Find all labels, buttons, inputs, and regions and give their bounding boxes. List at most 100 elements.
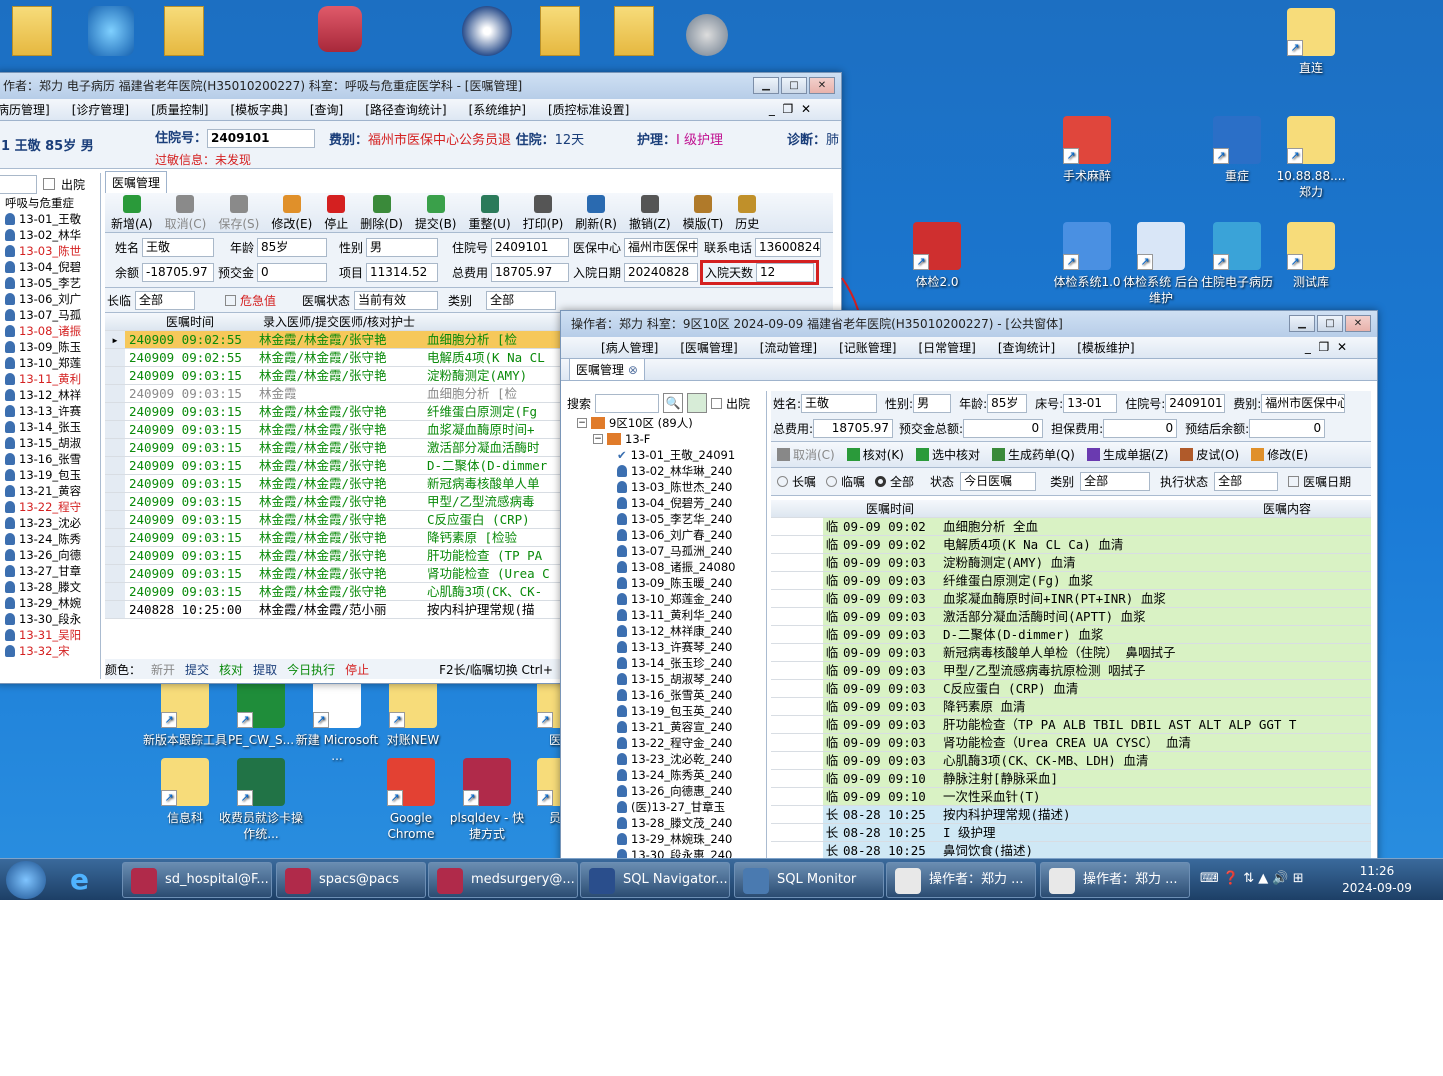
discharged-checkbox[interactable] bbox=[711, 397, 723, 409]
taskbar-item[interactable]: 操作者：郑力 ... bbox=[1040, 862, 1190, 898]
desktop-shortcut[interactable]: 直连 bbox=[1268, 8, 1354, 76]
desktop-shortcut[interactable]: 对账NEW bbox=[370, 680, 456, 748]
bed-node[interactable]: 13-26_向德惠_240 bbox=[617, 783, 766, 799]
toolbar-button[interactable]: 修改(E) bbox=[271, 195, 312, 232]
bed-node[interactable]: 13-16_张雪英_240 bbox=[617, 687, 766, 703]
patient-list-item[interactable]: 13-10_郑莲 bbox=[5, 355, 100, 371]
toolbar-button[interactable]: 生成药单(Q) bbox=[992, 446, 1075, 463]
toolbar-button[interactable]: 停止 bbox=[324, 195, 348, 232]
patient-list-item[interactable]: 13-09_陈玉 bbox=[5, 339, 100, 355]
floor-node[interactable]: 13-F bbox=[625, 431, 650, 447]
minimize-button[interactable]: ▁ bbox=[753, 77, 779, 94]
taskbar-item[interactable]: sd_hospital@F... bbox=[122, 862, 272, 898]
patient-list-item[interactable]: 13-28_滕文 bbox=[5, 579, 100, 595]
category-select[interactable]: 全部 bbox=[1080, 472, 1151, 491]
patient-list-item[interactable]: 13-21_黄容 bbox=[5, 483, 100, 499]
toolbar-button[interactable]: 皮试(O) bbox=[1180, 446, 1239, 463]
folder-icon[interactable] bbox=[164, 6, 204, 56]
patient-list-item[interactable]: 13-02_林华 bbox=[5, 227, 100, 243]
toolbar-button[interactable]: 取消(C) bbox=[165, 195, 206, 232]
tray-icons[interactable]: ⌨ ❓ ⇅ ▲ 🔊 ⊞ bbox=[1200, 871, 1304, 886]
menu-item[interactable]: [医嘱管理] bbox=[680, 339, 737, 356]
desktop-shortcut[interactable]: Google Chrome bbox=[368, 758, 454, 842]
maximize-button[interactable]: □ bbox=[781, 77, 807, 94]
toolbar-button[interactable]: 核对(K) bbox=[846, 446, 904, 463]
desktop-shortcut[interactable]: 10.88.88.... 郑力 bbox=[1268, 116, 1354, 200]
toolbar-button[interactable]: 选中核对 bbox=[915, 446, 980, 463]
clock[interactable]: 11:26 2024-09-09 bbox=[1340, 863, 1414, 897]
compass-icon[interactable] bbox=[462, 6, 512, 56]
close-button[interactable]: ✕ bbox=[1345, 315, 1371, 332]
patient-list-item[interactable]: 13-03_陈世 bbox=[5, 243, 100, 259]
toolbar-button[interactable]: 新增(A) bbox=[111, 195, 153, 232]
menu-item[interactable]: [模板字典] bbox=[230, 101, 287, 118]
menu-item[interactable]: [查询统计] bbox=[998, 339, 1055, 356]
menu-item[interactable]: [系统维护] bbox=[469, 101, 526, 118]
ward-node[interactable]: 9区10区 (89人) bbox=[609, 415, 693, 431]
bed-node[interactable]: (医)13-27_甘章玉 bbox=[617, 799, 766, 815]
patient-list-item[interactable]: 13-22_程守 bbox=[5, 499, 100, 515]
taskbar-item[interactable]: spacs@pacs bbox=[276, 862, 426, 898]
search-icon[interactable]: 🔍 bbox=[663, 393, 684, 413]
patient-list-item[interactable]: 13-24_陈秀 bbox=[5, 531, 100, 547]
order-row[interactable]: 临 09-09 09:10 静脉注射[静脉采血] bbox=[771, 770, 1371, 788]
order-row[interactable]: 临 09-09 09:03 纤维蛋白原测定(Fg) 血浆 bbox=[771, 572, 1371, 590]
bed-node[interactable]: 13-22_程守金_240 bbox=[617, 735, 766, 751]
patient-list-item[interactable]: 13-27_甘章 bbox=[5, 563, 100, 579]
patient-list-item[interactable]: 13-31_吴阳 bbox=[5, 627, 100, 643]
order-row[interactable]: 临 09-09 09:03 降钙素原 血清 bbox=[771, 698, 1371, 716]
patient-list-item[interactable]: 13-08_诸振 bbox=[5, 323, 100, 339]
long-term-radio[interactable] bbox=[777, 476, 788, 487]
desktop-shortcut[interactable]: 新建 Microsoft ... bbox=[294, 680, 380, 764]
bed-node[interactable]: 13-24_陈秀英_240 bbox=[617, 767, 766, 783]
menu-item[interactable]: 病历管理] bbox=[0, 101, 50, 118]
bed-node[interactable]: 13-15_胡淑琴_240 bbox=[617, 671, 766, 687]
patient-list-item[interactable]: 13-19_包玉 bbox=[5, 467, 100, 483]
temporary-radio[interactable] bbox=[826, 476, 838, 487]
all-radio[interactable] bbox=[875, 476, 887, 487]
bed-node[interactable]: 13-14_张玉珍_240 bbox=[617, 655, 766, 671]
taskbar-item[interactable]: 操作者：郑力 ... bbox=[886, 862, 1036, 898]
dept-select[interactable] bbox=[0, 174, 37, 194]
tab-order-management[interactable]: 医嘱管理 ⊗ bbox=[569, 358, 645, 380]
folder-icon[interactable] bbox=[614, 6, 654, 56]
order-row[interactable]: 临 09-09 09:03 C反应蛋白 (CRP) 血清 bbox=[771, 680, 1371, 698]
patient-list-item[interactable]: 13-30_段永 bbox=[5, 611, 100, 627]
patient-list-item[interactable]: 13-05_李艺 bbox=[5, 275, 100, 291]
bed-node[interactable]: 13-13_许赛琴_240 bbox=[617, 639, 766, 655]
order-row[interactable]: 临 09-09 09:03 肝功能检查（TP PA ALB TBIL DBIL AS… bbox=[771, 716, 1371, 734]
category-select[interactable]: 全部 bbox=[486, 290, 557, 310]
desktop-shortcut[interactable]: PE_CW_S... bbox=[218, 680, 304, 748]
menu-item[interactable]: [模板维护] bbox=[1077, 339, 1134, 356]
desktop-shortcut[interactable]: 测试库 bbox=[1268, 222, 1354, 290]
bed-node[interactable]: 13-03_陈世杰_240 bbox=[617, 479, 766, 495]
ie-icon[interactable]: e bbox=[70, 865, 104, 895]
bed-node[interactable]: 13-02_林华琳_240 bbox=[617, 463, 766, 479]
menu-item[interactable]: [路径查询统计] bbox=[365, 101, 446, 118]
patient-list-item[interactable]: 13-11_黄利 bbox=[5, 371, 100, 387]
menu-item[interactable]: [流动管理] bbox=[760, 339, 817, 356]
critical-checkbox[interactable] bbox=[225, 294, 237, 306]
order-row[interactable]: 临 09-09 09:03 D-二聚体(D-dimmer) 血浆 bbox=[771, 626, 1371, 644]
menu-item[interactable]: [记账管理] bbox=[839, 339, 896, 356]
menu-item[interactable]: [质控标准设置] bbox=[548, 101, 629, 118]
order-row[interactable]: 临 09-09 09:03 激活部分凝血活酶时间(APTT) 血浆 bbox=[771, 608, 1371, 626]
network-icon[interactable] bbox=[88, 6, 134, 56]
toolbar-button[interactable]: 保存(S) bbox=[218, 195, 259, 232]
patient-list-item[interactable]: 13-26_向德 bbox=[5, 547, 100, 563]
refresh-icon[interactable] bbox=[687, 393, 708, 413]
order-row[interactable]: 临 09-09 09:02 血细胞分析 全血 bbox=[771, 518, 1371, 536]
toolbar-button[interactable]: 生成单据(Z) bbox=[1086, 446, 1168, 463]
exec-status-select[interactable]: 全部 bbox=[1214, 472, 1279, 491]
bed-node[interactable]: 13-12_林祥康_240 bbox=[617, 623, 766, 639]
menu-item[interactable]: [日常管理] bbox=[919, 339, 976, 356]
desktop-shortcut[interactable]: 体检2.0 bbox=[894, 222, 980, 290]
menu-item[interactable]: [诊疗管理] bbox=[72, 101, 129, 118]
maximize-button[interactable]: □ bbox=[1317, 315, 1343, 332]
patient-list-item[interactable]: 13-13_许赛 bbox=[5, 403, 100, 419]
bed-node[interactable]: 13-21_黄容宣_240 bbox=[617, 719, 766, 735]
toolbar-button[interactable]: 提交(B) bbox=[415, 195, 457, 232]
order-row[interactable]: 临 09-09 09:02 电解质4项(K Na CL Ca) 血清 bbox=[771, 536, 1371, 554]
order-status-select[interactable]: 当前有效 bbox=[354, 290, 439, 310]
bed-node[interactable]: 13-05_李艺华_240 bbox=[617, 511, 766, 527]
